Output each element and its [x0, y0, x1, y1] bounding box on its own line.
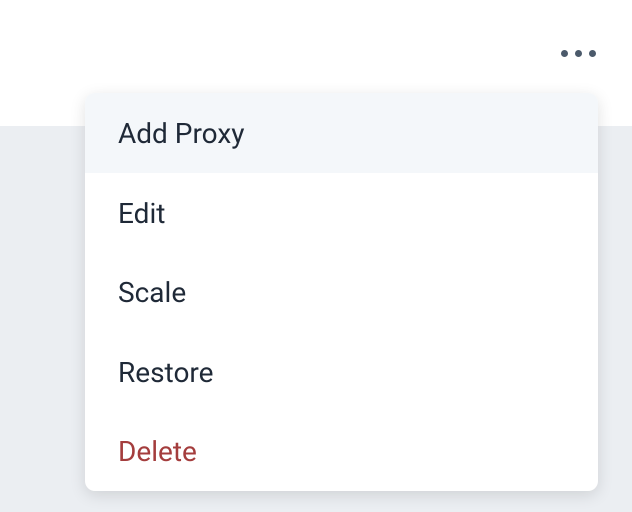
dot-icon [575, 50, 582, 57]
dropdown-menu: Add Proxy Edit Scale Restore Delete [85, 93, 598, 491]
menu-item-add-proxy[interactable]: Add Proxy [85, 93, 598, 173]
menu-item-restore[interactable]: Restore [85, 332, 598, 412]
menu-item-edit[interactable]: Edit [85, 173, 598, 253]
more-options-button[interactable] [553, 42, 604, 65]
menu-item-delete[interactable]: Delete [85, 411, 598, 491]
menu-item-scale[interactable]: Scale [85, 252, 598, 332]
dot-icon [589, 50, 596, 57]
dot-icon [561, 50, 568, 57]
